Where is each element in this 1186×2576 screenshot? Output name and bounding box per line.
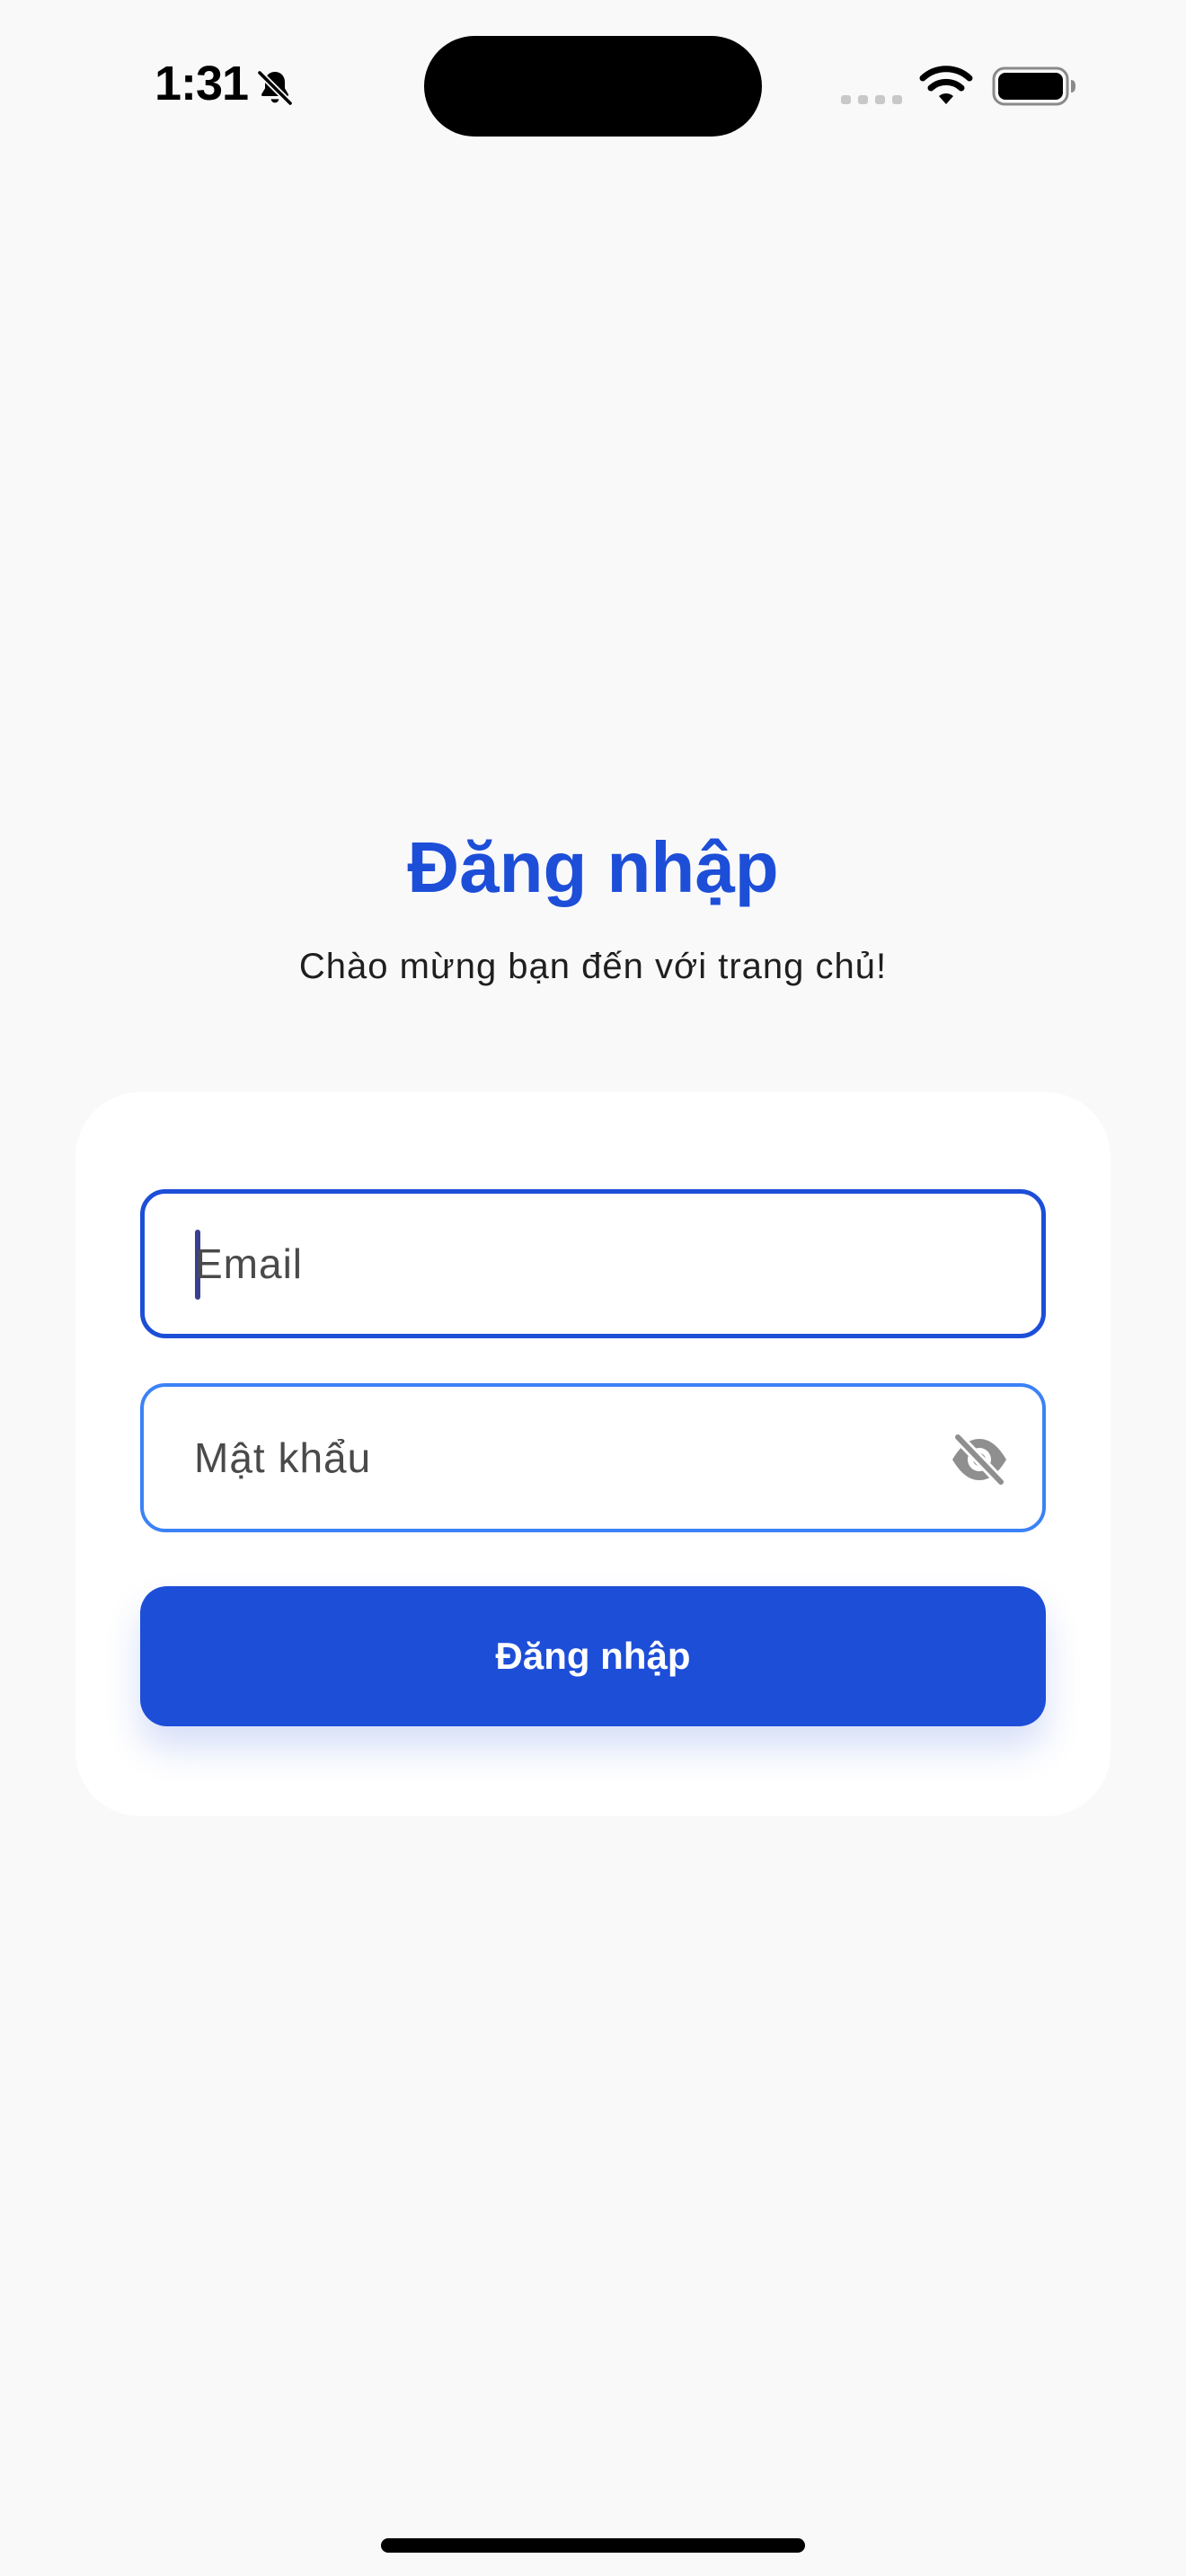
login-screen: 1:31 Đăng nhập Chào mừng bạn đến với tra…	[0, 0, 1186, 2576]
dynamic-island	[424, 36, 762, 137]
battery-icon	[992, 66, 1075, 106]
password-placeholder: Mật khẩu	[194, 1434, 372, 1481]
login-button[interactable]: Đăng nhập	[140, 1586, 1046, 1726]
email-field[interactable]: Email	[140, 1189, 1046, 1338]
status-time: 1:31	[155, 57, 249, 110]
login-card: Email Mật khẩu Đăng nhập	[75, 1092, 1111, 1816]
page-subtitle: Chào mừng bạn đến với trang chủ!	[298, 947, 888, 986]
home-indicator[interactable]	[381, 2538, 805, 2553]
email-placeholder: Email	[195, 1240, 304, 1287]
bell-slash-icon	[257, 70, 293, 106]
eye-slash-icon[interactable]	[949, 1432, 1010, 1487]
page-title: Đăng nhập	[407, 827, 779, 907]
cellular-signal-icon	[841, 95, 902, 104]
wifi-icon	[919, 66, 973, 104]
password-field[interactable]: Mật khẩu	[140, 1383, 1046, 1532]
